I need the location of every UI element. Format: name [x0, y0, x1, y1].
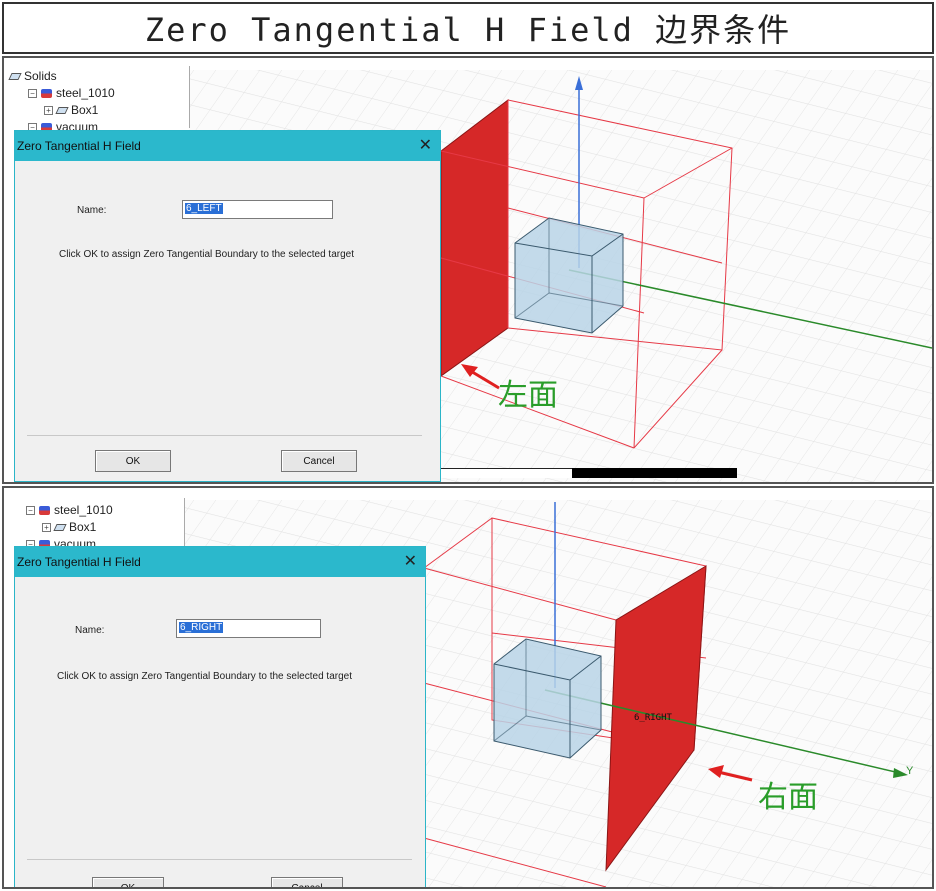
dialog-divider: [27, 435, 422, 436]
cancel-button[interactable]: Cancel: [271, 877, 343, 887]
ok-button[interactable]: OK: [95, 450, 171, 472]
material-icon: [39, 505, 50, 515]
assign-hint-text: Click OK to assign Zero Tangential Bound…: [57, 671, 352, 682]
tree-item-steel[interactable]: − steel_1010: [28, 86, 115, 100]
tree-item-label: Solids: [24, 69, 57, 83]
tree-item-steel[interactable]: − steel_1010: [26, 503, 113, 517]
top-screenshot-panel: 左面 Solids − steel_1010 + Box1 − vacuum Z…: [2, 56, 934, 484]
name-input[interactable]: 6_LEFT: [182, 200, 333, 219]
collapse-icon[interactable]: −: [26, 505, 35, 515]
face-name-label: 6_RIGHT: [634, 713, 672, 723]
box1-solid[interactable]: [493, 638, 602, 759]
collapse-icon[interactable]: −: [28, 88, 37, 98]
dialog-title: Zero Tangential H Field: [17, 139, 141, 153]
assign-hint-text: Click OK to assign Zero Tangential Bound…: [59, 249, 354, 260]
left-face-annotation: 左面: [498, 378, 558, 413]
tree-item-box1[interactable]: + Box1: [42, 520, 96, 534]
tree-item-label: steel_1010: [56, 86, 115, 100]
ok-button[interactable]: OK: [92, 877, 164, 887]
y-axis-label: Y: [906, 765, 914, 777]
tree-item-solids[interactable]: Solids: [8, 69, 57, 83]
page-header: Zero Tangential H Field 边界条件: [2, 2, 934, 54]
solids-icon: [8, 72, 22, 80]
box1-solid[interactable]: [514, 217, 624, 334]
model-tree: − steel_1010 + Box1 − vacuum: [4, 498, 185, 551]
name-label: Name:: [75, 625, 105, 636]
object-icon: [53, 523, 67, 531]
close-icon[interactable]: ✕: [419, 138, 432, 154]
dialog-title: Zero Tangential H Field: [17, 555, 141, 569]
material-icon: [41, 88, 52, 98]
tree-item-label: Box1: [71, 103, 99, 117]
name-label: Name:: [77, 205, 107, 216]
dialog-titlebar[interactable]: Zero Tangential H Field ✕: [15, 547, 425, 577]
object-icon: [55, 106, 69, 114]
tree-item-label: steel_1010: [54, 503, 113, 517]
dialog-divider: [27, 859, 412, 860]
name-input-value: 6_RIGHT: [179, 622, 224, 633]
cancel-button[interactable]: Cancel: [281, 450, 357, 472]
page-title: Zero Tangential H Field 边界条件: [144, 11, 792, 49]
tree-item-label: Box1: [69, 520, 97, 534]
zero-tangential-dialog-bottom: Zero Tangential H Field ✕ Name: 6_RIGHT …: [14, 546, 426, 887]
viewport-scrollbar-thumb[interactable]: [572, 468, 737, 478]
tree-item-box1[interactable]: + Box1: [44, 103, 98, 117]
right-face-annotation: 右面: [758, 780, 818, 815]
dialog-titlebar[interactable]: Zero Tangential H Field ✕: [15, 131, 440, 161]
model-tree: Solids − steel_1010 + Box1 − vacuum: [4, 66, 190, 134]
expand-icon[interactable]: +: [44, 105, 53, 115]
bottom-screenshot-panel: Y 6_RIGHT 右面 − steel_1010 + Box1 − vacuu…: [2, 486, 934, 889]
expand-icon[interactable]: +: [42, 522, 51, 532]
name-input[interactable]: 6_RIGHT: [176, 619, 321, 638]
zero-tangential-dialog-top: Zero Tangential H Field ✕ Name: 6_LEFT C…: [14, 130, 441, 482]
close-icon[interactable]: ✕: [404, 554, 417, 570]
name-input-value: 6_LEFT: [185, 203, 223, 214]
